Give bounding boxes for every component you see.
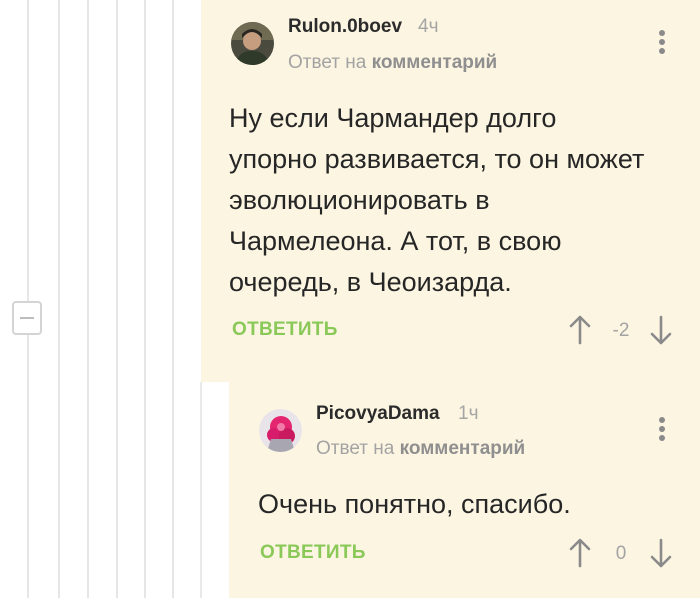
comment-text: Ну если Чармандер долго упорно развивает… — [229, 103, 645, 297]
arrow-down-icon[interactable] — [649, 538, 673, 568]
arrow-up-icon[interactable] — [568, 538, 592, 568]
more-vertical-icon[interactable] — [657, 417, 667, 445]
thread-line — [58, 0, 60, 598]
thread-line — [200, 382, 202, 598]
reply-to-line: Ответ на комментарий — [316, 438, 525, 460]
avatar[interactable] — [259, 409, 302, 452]
reply-button[interactable]: ОТВЕТИТЬ — [232, 319, 338, 341]
reply-button[interactable]: ОТВЕТИТЬ — [260, 542, 366, 564]
thread-line — [87, 0, 89, 598]
comment-card: Rulon.0boev 4ч Ответ на комментарий Ну е… — [201, 0, 700, 382]
collapse-thread-button[interactable] — [12, 301, 42, 335]
arrow-down-icon[interactable] — [649, 315, 673, 345]
minus-icon — [20, 317, 34, 319]
comment-text: Очень понятно, спасибо. — [258, 489, 571, 519]
reply-to-link[interactable]: комментарий — [372, 52, 498, 73]
comment-author[interactable]: Rulon.0boev — [288, 16, 402, 38]
avatar[interactable] — [231, 22, 274, 65]
comment-card: PicovyaDama 1ч Ответ на комментарий Очен… — [229, 382, 700, 598]
reply-to-line: Ответ на комментарий — [288, 52, 497, 74]
vote-score: -2 — [612, 320, 630, 341]
arrow-up-icon[interactable] — [568, 315, 592, 345]
thread-line — [116, 0, 118, 598]
comment-time: 4ч — [418, 16, 439, 37]
reply-to-link[interactable]: комментарий — [400, 438, 526, 459]
vote-score: 0 — [615, 543, 627, 564]
more-vertical-icon[interactable] — [657, 30, 667, 58]
reply-to-prefix: Ответ на — [288, 52, 372, 73]
reply-to-prefix: Ответ на — [316, 438, 400, 459]
thread-line — [27, 0, 29, 598]
comment-time: 1ч — [458, 403, 479, 424]
thread-line — [172, 0, 174, 598]
comment-author[interactable]: PicovyaDama — [316, 403, 440, 425]
thread-line — [144, 0, 146, 598]
